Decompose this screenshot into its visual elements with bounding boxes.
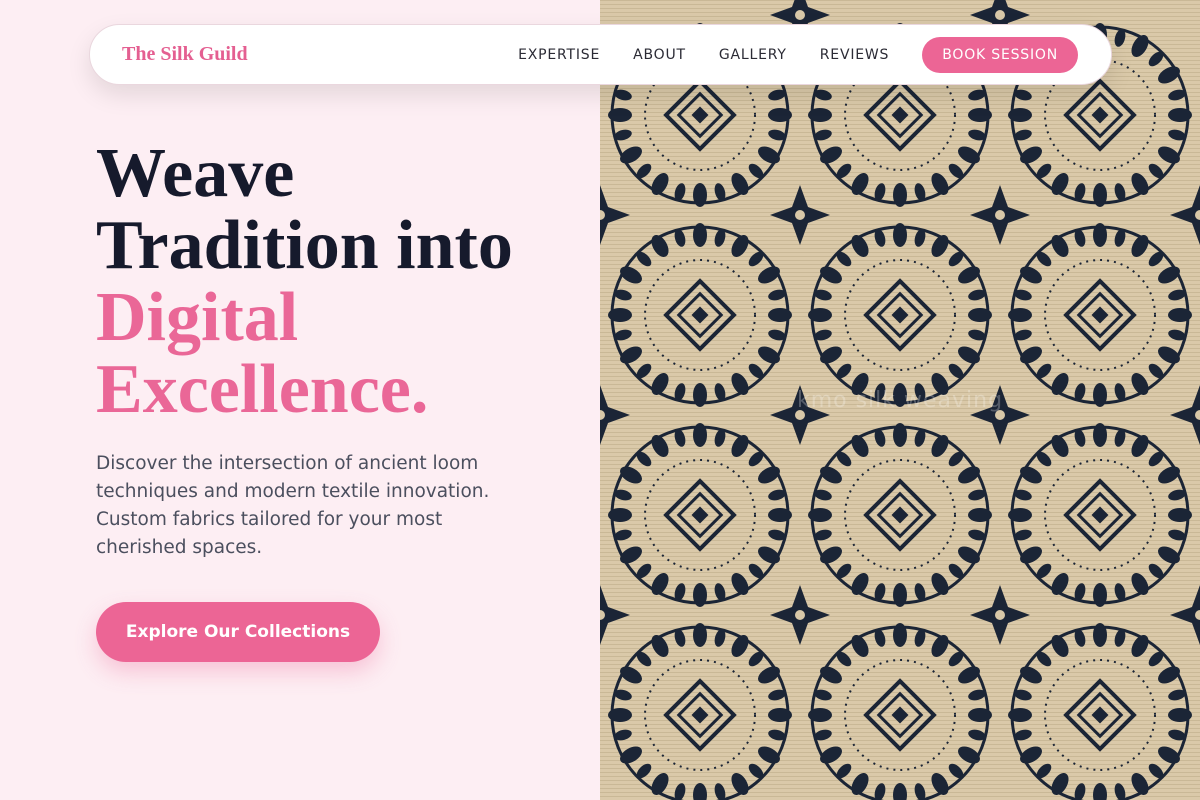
- book-session-button[interactable]: BOOK SESSION: [922, 36, 1078, 73]
- headline-accent-line-1: Digital: [96, 279, 299, 356]
- explore-collections-button[interactable]: Explore Our Collections: [96, 602, 380, 662]
- nav-link-gallery[interactable]: GALLERY: [719, 47, 787, 63]
- hero-textile-image: kmo silk weaving: [600, 0, 1200, 800]
- hero-headline: Weave Tradition into Digital Excellence.: [96, 138, 576, 426]
- brand-logo[interactable]: The Silk Guild: [122, 43, 248, 66]
- nav-link-about[interactable]: ABOUT: [633, 47, 686, 63]
- nav-link-expertise[interactable]: EXPERTISE: [518, 47, 600, 63]
- headline-line-2: Tradition into: [96, 207, 513, 284]
- headline-line-1: Weave: [96, 135, 295, 212]
- nav-links: EXPERTISE ABOUT GALLERY REVIEWS BOOK SES…: [518, 36, 1078, 73]
- image-watermark: kmo silk weaving: [796, 388, 1004, 413]
- hero-description: Discover the intersection of ancient loo…: [96, 453, 490, 558]
- nav-link-reviews[interactable]: REVIEWS: [820, 47, 889, 63]
- top-navigation: The Silk Guild EXPERTISE ABOUT GALLERY R…: [89, 24, 1112, 85]
- headline-accent-line-2: Excellence.: [96, 351, 429, 428]
